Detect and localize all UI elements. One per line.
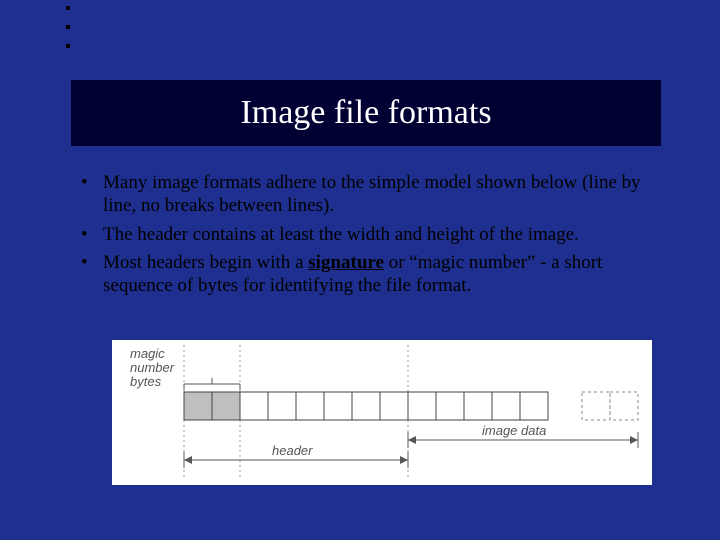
bullet-item: The header contains at least the width a… [75, 224, 665, 247]
bullet-text: The header contains at least the width a… [103, 224, 579, 245]
bullet-text-signature: signature [308, 252, 384, 273]
body-text: Many image formats adhere to the simple … [75, 172, 665, 304]
decorative-dots [66, 6, 70, 63]
slide-title: Image file formats [240, 94, 491, 132]
bullet-item: Many image formats adhere to the simple … [75, 172, 665, 218]
bullet-text-pre: Most headers begin with a [103, 252, 308, 273]
bullet-list: Many image formats adhere to the simple … [75, 172, 665, 298]
header-label: header [272, 443, 313, 458]
bullet-item: Most headers begin with a signature or “… [75, 252, 665, 298]
file-format-diagram: magic number bytes header [112, 340, 652, 485]
magic-label-line3: bytes [130, 374, 162, 389]
bullet-text: Many image formats adhere to the simple … [103, 172, 641, 216]
diagram-container: magic number bytes header [112, 340, 652, 485]
magic-label-line1: magic [130, 346, 165, 361]
title-band: Image file formats [71, 80, 661, 146]
slide: Image file formats Many image formats ad… [0, 0, 720, 540]
image-data-label: image data [482, 423, 546, 438]
magic-label-line2: number [130, 360, 175, 375]
